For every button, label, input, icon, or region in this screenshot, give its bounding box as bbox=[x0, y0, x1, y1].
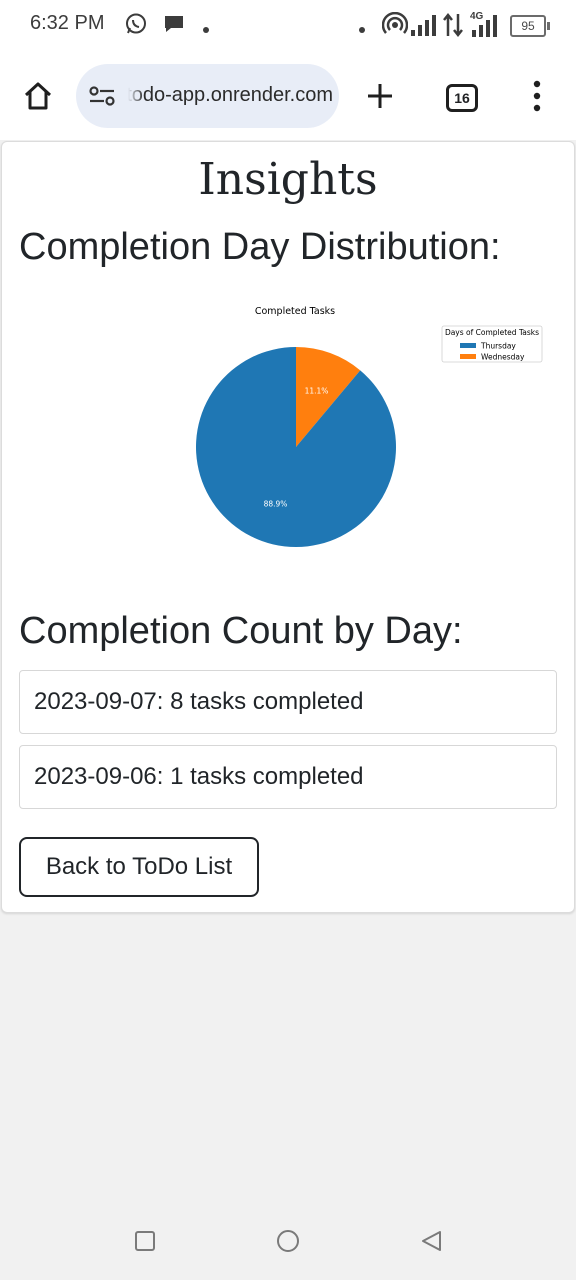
chart-title: Completed Tasks bbox=[255, 306, 335, 317]
tabs-icon[interactable]: 16 bbox=[446, 84, 478, 112]
legend-title: Days of Completed Tasks bbox=[445, 328, 539, 337]
menu-icon[interactable] bbox=[532, 80, 542, 117]
browser-toolbar: todo-app.onrender.com 16 bbox=[0, 52, 576, 140]
data-arrows-icon bbox=[442, 12, 464, 43]
dot-icon bbox=[358, 21, 366, 39]
site-settings-icon[interactable] bbox=[88, 84, 116, 113]
back-to-todo-button[interactable]: Back to ToDo List bbox=[19, 837, 259, 897]
address-bar[interactable]: todo-app.onrender.com bbox=[76, 64, 339, 128]
legend-swatch-wednesday bbox=[460, 354, 476, 359]
hotspot-icon bbox=[381, 11, 409, 43]
recents-icon[interactable] bbox=[134, 1230, 156, 1257]
home-circle-icon[interactable] bbox=[276, 1229, 300, 1258]
distribution-heading: Completion Day Distribution: bbox=[19, 226, 501, 268]
chart-legend: Days of Completed Tasks Thursday Wednesda… bbox=[441, 325, 543, 363]
list-item: 2023-09-07: 8 tasks completed bbox=[19, 670, 557, 734]
status-time: 6:32 PM bbox=[30, 12, 105, 34]
completion-pie-chart: Completed Tasks 11.1% 88.9% Days of Compl… bbox=[19, 292, 559, 562]
insights-card: Insights Completion Day Distribution: Co… bbox=[1, 141, 575, 913]
dot-icon bbox=[202, 21, 210, 39]
legend-swatch-thursday bbox=[460, 343, 476, 348]
legend-label-thursday: Thursday bbox=[480, 342, 516, 351]
pie-label-wednesday: 11.1% bbox=[305, 387, 329, 396]
whatsapp-icon bbox=[124, 12, 148, 41]
signal-4g-icon bbox=[470, 14, 500, 43]
navigation-bar bbox=[0, 1190, 576, 1280]
back-icon[interactable] bbox=[420, 1230, 442, 1257]
legend-label-wednesday: Wednesday bbox=[481, 353, 525, 362]
message-icon bbox=[162, 12, 186, 41]
signal-icon bbox=[410, 12, 438, 43]
new-tab-icon[interactable] bbox=[366, 82, 394, 115]
home-icon[interactable] bbox=[22, 80, 54, 117]
list-item: 2023-09-06: 1 tasks completed bbox=[19, 745, 557, 809]
count-text: 2023-09-07: 8 tasks completed bbox=[34, 688, 364, 715]
status-bar: 6:32 PM 4G 95 bbox=[0, 0, 576, 52]
count-text: 2023-09-06: 1 tasks completed bbox=[34, 763, 364, 790]
page-title: Insights bbox=[198, 154, 378, 205]
pie-slice-thursday bbox=[195, 347, 396, 547]
pie-label-thursday: 88.9% bbox=[264, 499, 288, 508]
url-text: todo-app.onrender.com bbox=[128, 84, 333, 106]
battery-indicator: 95 bbox=[510, 15, 550, 37]
count-heading: Completion Count by Day: bbox=[19, 610, 463, 652]
